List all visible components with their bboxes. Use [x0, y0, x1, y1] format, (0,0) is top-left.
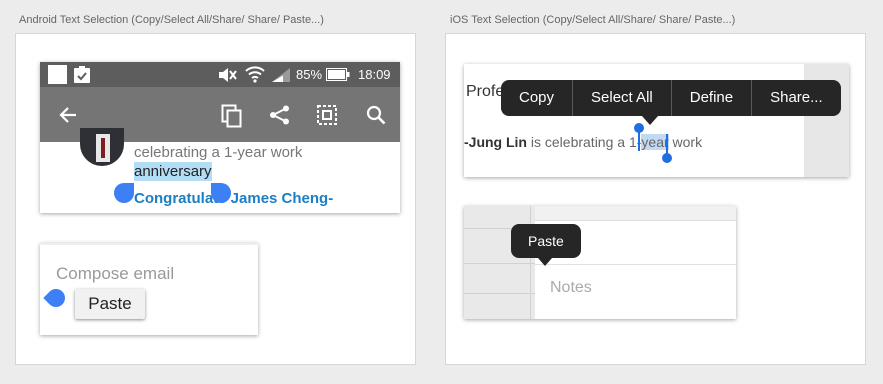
signal-icon: [271, 67, 291, 83]
partial-heading: Profe: [466, 83, 505, 100]
sentence-text-end: work: [668, 134, 703, 150]
battery-icon: [326, 68, 350, 81]
menu-pointer: [642, 116, 658, 125]
notes-field[interactable]: Notes: [550, 279, 592, 297]
menu-share[interactable]: Share...: [752, 80, 841, 116]
selection-caret-end: [666, 134, 668, 154]
back-arrow-icon[interactable]: [59, 106, 77, 124]
menu-paste[interactable]: Paste: [511, 224, 581, 258]
notes-divider: [535, 264, 736, 265]
select-all-icon[interactable]: [317, 105, 337, 125]
compose-email-field[interactable]: Compose email: [56, 264, 174, 284]
paste-button[interactable]: Paste: [75, 289, 145, 319]
clock: 18:09: [358, 67, 391, 82]
selection-handle-end[interactable]: [662, 153, 672, 163]
search-icon[interactable]: [366, 105, 386, 125]
insertion-handle[interactable]: [43, 285, 69, 311]
ios-notes-card: Notes: [464, 206, 736, 319]
android-caption: Android Text Selection (Copy/Select All/…: [19, 14, 324, 26]
person-name[interactable]: -Jung Lin: [464, 134, 527, 150]
menu-copy[interactable]: Copy: [501, 80, 572, 116]
feed-text-line: celebrating a 1-year work: [134, 144, 303, 161]
selection-caret-start: [638, 131, 640, 151]
selected-text: anniversary: [134, 162, 212, 181]
mute-icon: [218, 67, 238, 83]
selection-handle-left[interactable]: [114, 183, 134, 203]
android-screen: 85% 18:09 celebrating a 1-year work anni…: [40, 62, 400, 213]
notes-header: [535, 206, 736, 221]
menu-define[interactable]: Define: [672, 80, 751, 116]
selection-handle-right[interactable]: [211, 183, 231, 203]
sentence-text: is celebrating a 1-: [527, 134, 642, 150]
clipboard-check-icon: [73, 65, 91, 84]
wifi-icon: [244, 65, 266, 83]
paste-menu-pointer: [538, 258, 552, 266]
ios-edit-menu: Copy Select All Define Share...: [501, 80, 841, 116]
congratulate-link[interactable]: Congratulate James Cheng-: [134, 190, 333, 207]
status-bar: 85% 18:09: [40, 62, 400, 87]
notification-square-icon: [48, 65, 67, 84]
copy-icon[interactable]: [221, 104, 243, 128]
notes-sidebar: [464, 206, 535, 319]
ios-caption: iOS Text Selection (Copy/Select All/Shar…: [450, 14, 736, 26]
battery-percent: 85%: [296, 67, 323, 82]
share-icon[interactable]: [269, 105, 291, 125]
menu-select-all[interactable]: Select All: [573, 80, 671, 116]
ios-paste-menu: Paste: [511, 224, 581, 258]
compose-card: Compose email Paste: [40, 243, 258, 335]
selected-text: year: [641, 134, 669, 150]
avatar: [80, 128, 124, 166]
